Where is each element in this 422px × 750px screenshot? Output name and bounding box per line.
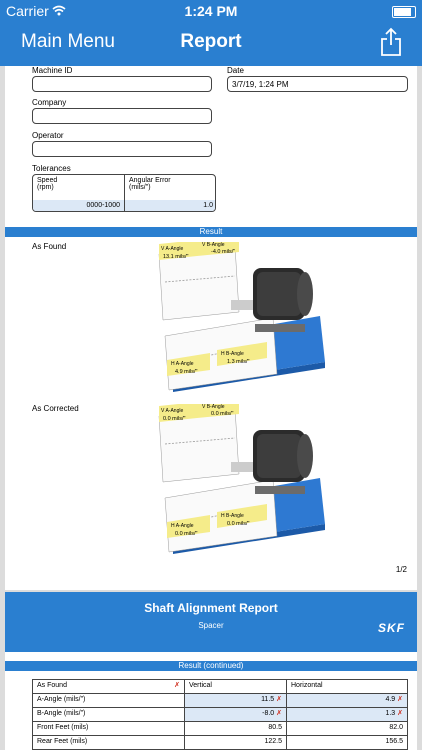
vertical-value: -8.0 ✗ [185, 708, 287, 721]
corrected-h-a-value: 0.0 mils/" [175, 531, 197, 537]
date-field[interactable]: 3/7/19, 1:24 PM [227, 76, 408, 92]
as-found-label: As Found [32, 242, 67, 251]
row-label: Rear Feet (mils) [33, 736, 185, 749]
operator-label: Operator [32, 131, 64, 140]
found-h-a-value: 4.9 mils/" [175, 369, 197, 375]
found-h-b-value: 1.3 mils/" [227, 359, 249, 365]
horizontal-value: 4.9 ✗ [287, 694, 407, 707]
horizontal-value: 156.5 [385, 738, 403, 745]
report-page-2: Shaft Alignment Report Spacer SKF Result… [5, 592, 417, 750]
row-label: A-Angle (mils/") [33, 694, 185, 707]
as-corrected-illustration: V A-Angle 0.0 mils/" V B-Angle 0.0 mils/… [158, 404, 325, 554]
corrected-v-a-label: V A-Angle [161, 408, 183, 414]
row-label: Front Feet (mils) [33, 722, 185, 735]
report-page-1: Machine ID Date 3/7/19, 1:24 PM Company … [5, 66, 417, 590]
report-header: Shaft Alignment Report Spacer SKF [5, 592, 417, 652]
warning-icon: ✗ [276, 710, 282, 717]
operator-field[interactable] [32, 141, 212, 157]
result-table: As Found ✗ Vertical Horizontal A-Angle (m… [32, 679, 408, 750]
found-v-b-label: V B-Angle [202, 242, 225, 248]
corrected-v-b-value: 0.0 mils/" [211, 411, 233, 417]
found-h-a-label: H A-Angle [171, 361, 194, 367]
battery-icon [392, 6, 416, 18]
vertical-value: 80.5 [185, 722, 287, 735]
page-number: 1/2 [395, 565, 407, 574]
corrected-h-b-label: H B-Angle [221, 513, 244, 519]
row-label: B-Angle (mils/") [33, 708, 185, 721]
company-label: Company [32, 98, 67, 107]
as-found-illustration: V A-Angle 13.1 mils/" V B-Angle -4.0 mil… [158, 242, 325, 392]
table-header-cell: Horizontal [291, 682, 323, 689]
found-v-b-value: -4.0 mils/" [211, 249, 235, 255]
tolerances-table: Speed (rpm) Angular Error (mils/") 0000-10… [32, 174, 216, 212]
warning-icon: ✗ [397, 710, 403, 717]
clock: 1:24 PM [184, 3, 238, 19]
vertical-value: 11.5 ✗ [185, 694, 287, 707]
angular-error-value: 1.0 [125, 200, 215, 211]
corrected-v-a-value: 0.0 mils/" [163, 416, 185, 422]
vertical-value: 122.5 [185, 736, 287, 749]
result-continued-bar: Result (continued) [5, 661, 417, 671]
warning-icon: ✗ [276, 696, 282, 703]
date-label: Date [227, 66, 244, 75]
found-h-b-label: H B-Angle [221, 351, 244, 357]
skf-logo: SKF [378, 621, 405, 635]
report-subtitle: Spacer [198, 621, 224, 630]
navigation-bar: Main Menu Report [0, 22, 422, 66]
corrected-v-b-label: V B-Angle [202, 404, 225, 410]
horizontal-value: 1.3 ✗ [287, 708, 407, 721]
result-bar: Result [5, 227, 417, 237]
table-header-cell: As Found ✗ [33, 680, 185, 693]
angular-error-header: Angular Error (mils/") [129, 177, 171, 191]
report-title: Shaft Alignment Report [144, 601, 278, 615]
share-icon[interactable] [380, 27, 402, 57]
corrected-h-a-label: H A-Angle [171, 523, 194, 529]
status-bar: Carrier 1:24 PM [0, 0, 422, 22]
found-v-a-label: V A-Angle [161, 246, 183, 252]
tolerances-label: Tolerances [32, 164, 71, 173]
machine-id-field[interactable] [32, 76, 212, 92]
speed-value: 0000-1000 [33, 200, 125, 211]
horizontal-value: 82.0 [389, 724, 403, 731]
company-field[interactable] [32, 108, 212, 124]
table-row: A-Angle (mils/") 11.5 ✗ 4.9 ✗ [33, 694, 407, 708]
warning-icon: ✗ [174, 682, 180, 689]
table-header-row: As Found ✗ Vertical Horizontal [33, 680, 407, 694]
found-v-a-value: 13.1 mils/" [163, 254, 189, 260]
page-title: Report [180, 31, 242, 52]
warning-icon: ✗ [397, 696, 403, 703]
speed-header: Speed (rpm) [33, 175, 125, 200]
table-row: Front Feet (mils) 80.5 82.0 [33, 722, 407, 736]
as-corrected-label: As Corrected [32, 404, 79, 413]
machine-id-label: Machine ID [32, 66, 73, 75]
corrected-h-b-value: 0.0 mils/" [227, 521, 249, 527]
table-row: B-Angle (mils/") -8.0 ✗ 1.3 ✗ [33, 708, 407, 722]
table-row: Rear Feet (mils) 122.5 156.5 [33, 736, 407, 749]
table-header-cell: Vertical [185, 680, 287, 693]
